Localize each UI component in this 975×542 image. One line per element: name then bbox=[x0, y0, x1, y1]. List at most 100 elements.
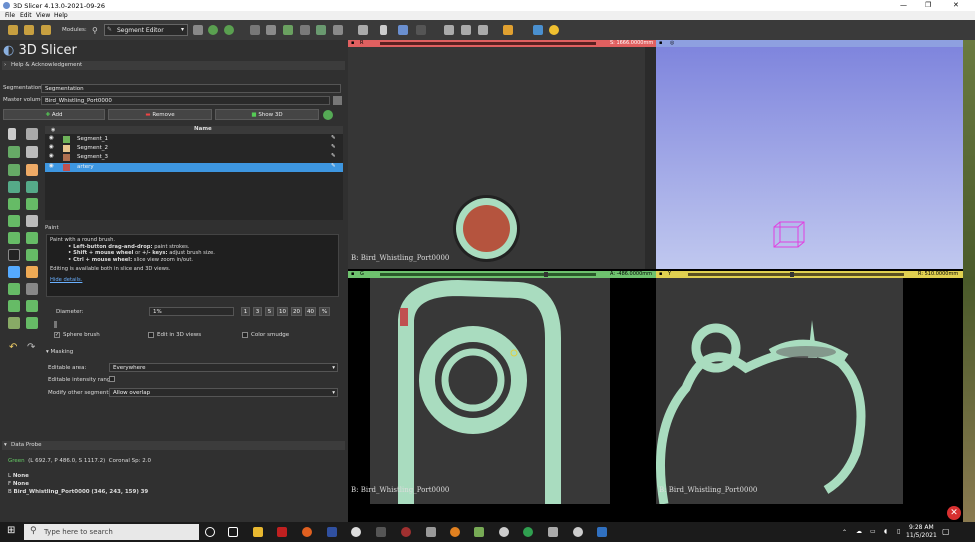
paint-icon[interactable] bbox=[8, 146, 20, 158]
3d-view[interactable] bbox=[656, 47, 963, 269]
master-volume-selector[interactable]: Bird_Whistling_Port0000 bbox=[41, 96, 330, 105]
edit-pencil-icon[interactable]: ✎ bbox=[331, 153, 336, 159]
app-icon[interactable] bbox=[401, 527, 411, 537]
preset-button[interactable]: 20 bbox=[291, 307, 302, 316]
windows-start-icon[interactable]: ⊞ bbox=[7, 526, 17, 536]
master-volume-options-icon[interactable] bbox=[333, 96, 342, 105]
pin-icon[interactable]: ▪ bbox=[659, 40, 662, 46]
menu-file[interactable]: File bbox=[5, 12, 15, 19]
editable-area-selector[interactable]: Everywhere ▾ bbox=[109, 363, 338, 372]
pin-icon[interactable]: ▪ bbox=[659, 271, 662, 277]
module-selector[interactable]: ✎ Segment Editor ▾ bbox=[104, 24, 188, 36]
markups-icon[interactable] bbox=[333, 25, 343, 35]
draw-tube-icon[interactable] bbox=[26, 300, 38, 312]
crosshair-toggle-icon[interactable] bbox=[416, 25, 426, 35]
grow-from-seeds-icon[interactable] bbox=[8, 181, 20, 193]
back-arrow-icon[interactable] bbox=[208, 25, 218, 35]
crosshair-icon[interactable] bbox=[503, 25, 513, 35]
red-slice-slider[interactable] bbox=[380, 42, 596, 45]
maximize-button[interactable]: ❐ bbox=[925, 1, 931, 9]
app-icon[interactable] bbox=[450, 527, 460, 537]
watershed-icon[interactable] bbox=[26, 266, 38, 278]
eye-icon[interactable]: ◉ bbox=[49, 135, 54, 141]
cortana-icon[interactable] bbox=[205, 527, 215, 537]
network-icon[interactable]: ▭ bbox=[870, 528, 876, 535]
preset-button[interactable]: 3 bbox=[253, 307, 262, 316]
eye-icon[interactable]: ◉ bbox=[49, 163, 54, 169]
3d-view-options-icon[interactable]: ◎ bbox=[670, 40, 674, 46]
preset-button[interactable]: 1 bbox=[241, 307, 250, 316]
minimize-button[interactable]: — bbox=[900, 1, 907, 9]
yellow-slice-slider[interactable] bbox=[688, 273, 904, 276]
segment-row-selected[interactable]: ◉ artery ✎ bbox=[45, 163, 343, 172]
segment-color[interactable] bbox=[63, 145, 70, 152]
name-column-header[interactable]: Name bbox=[194, 126, 212, 132]
segmentations-module-icon[interactable] bbox=[323, 110, 333, 120]
tray-icon[interactable]: ☁ bbox=[856, 528, 862, 535]
3d-view-controller[interactable]: ▪ ◎ bbox=[656, 40, 963, 47]
green-slice-view[interactable]: B: Bird_Whistling_Port0000 bbox=[348, 278, 656, 504]
scene-view-icon[interactable] bbox=[461, 25, 471, 35]
edge-icon[interactable] bbox=[351, 527, 361, 537]
eye-icon[interactable]: ◉ bbox=[49, 144, 54, 150]
screenshot-icon[interactable] bbox=[444, 25, 454, 35]
app-icon[interactable] bbox=[474, 527, 484, 537]
threshold-icon[interactable] bbox=[26, 128, 38, 140]
data-probe-header[interactable]: ▾ Data Probe bbox=[2, 441, 345, 450]
search-modules-icon[interactable]: ⚲ bbox=[92, 26, 98, 35]
preset-button[interactable]: 10 bbox=[277, 307, 288, 316]
yellow-view-controller[interactable]: ▪ Y R: 510.0000mm bbox=[656, 271, 963, 278]
extensions-icon[interactable] bbox=[250, 25, 260, 35]
yellow-slider-handle[interactable] bbox=[790, 272, 794, 277]
module-list-icon[interactable] bbox=[193, 25, 203, 35]
margin-icon[interactable] bbox=[8, 198, 20, 210]
segment-color[interactable] bbox=[63, 154, 70, 161]
green-slider-handle[interactable] bbox=[544, 272, 548, 277]
battery-icon[interactable]: ▯ bbox=[897, 528, 900, 535]
terminal-icon[interactable] bbox=[376, 527, 386, 537]
app-icon[interactable] bbox=[499, 527, 509, 537]
task-view-icon[interactable] bbox=[228, 527, 238, 537]
pointer-icon[interactable] bbox=[380, 25, 387, 35]
app-icon[interactable] bbox=[548, 527, 558, 537]
smoothing-icon[interactable] bbox=[8, 215, 20, 227]
hide-details-link[interactable]: Hide details. bbox=[50, 277, 335, 284]
show-3d-button[interactable]: ■ Show 3D bbox=[215, 109, 319, 120]
volume-icon[interactable]: ◖ bbox=[884, 528, 887, 535]
hollow-icon[interactable] bbox=[26, 198, 38, 210]
segment-row[interactable]: ◉ Segment_1 ✎ bbox=[45, 135, 343, 144]
close-overlay-icon[interactable]: ✕ bbox=[947, 506, 961, 520]
slicer-taskbar-icon[interactable] bbox=[573, 527, 583, 537]
extension-manager-icon[interactable] bbox=[533, 25, 543, 35]
app-icon[interactable] bbox=[426, 527, 436, 537]
mask-icon[interactable] bbox=[8, 317, 20, 329]
file-explorer-icon[interactable] bbox=[253, 527, 263, 537]
edit-pencil-icon[interactable]: ✎ bbox=[331, 135, 336, 141]
preset-button[interactable]: 40 bbox=[305, 307, 316, 316]
wrap-solidify-icon[interactable] bbox=[8, 283, 20, 295]
clock-time[interactable]: 9:28 AM bbox=[909, 524, 934, 531]
color-smudge-checkbox[interactable] bbox=[242, 332, 248, 338]
app-icon[interactable] bbox=[597, 527, 607, 537]
islands-icon[interactable] bbox=[8, 232, 20, 244]
local-threshold-icon[interactable] bbox=[8, 266, 20, 278]
preset-button[interactable]: % bbox=[319, 307, 330, 316]
green-view-controller[interactable]: ▪ G A: -486.0000mm bbox=[348, 271, 656, 278]
transforms-icon[interactable] bbox=[316, 25, 326, 35]
pin-icon[interactable]: ▪ bbox=[351, 271, 354, 277]
fill-between-slices-icon[interactable] bbox=[26, 181, 38, 193]
level-tracing-icon[interactable] bbox=[26, 164, 38, 176]
firefox-icon[interactable] bbox=[302, 527, 312, 537]
edit-pencil-icon[interactable]: ✎ bbox=[331, 163, 336, 169]
split-volume-icon[interactable] bbox=[8, 300, 20, 312]
add-segment-button[interactable]: ✚ Add bbox=[3, 109, 105, 120]
acrobat-icon[interactable] bbox=[277, 527, 287, 537]
engrave-icon[interactable] bbox=[26, 283, 38, 295]
redo-icon[interactable]: ↷ bbox=[27, 342, 35, 353]
surface-cut-icon[interactable] bbox=[26, 249, 38, 261]
visibility-header-icon[interactable]: ◉ bbox=[51, 127, 55, 133]
segment-row[interactable]: ◉ Segment_3 ✎ bbox=[45, 153, 343, 162]
menu-edit[interactable]: Edit bbox=[20, 12, 32, 19]
segment-row[interactable]: ◉ Segment_2 ✎ bbox=[45, 144, 343, 153]
volumes-icon[interactable] bbox=[283, 25, 293, 35]
